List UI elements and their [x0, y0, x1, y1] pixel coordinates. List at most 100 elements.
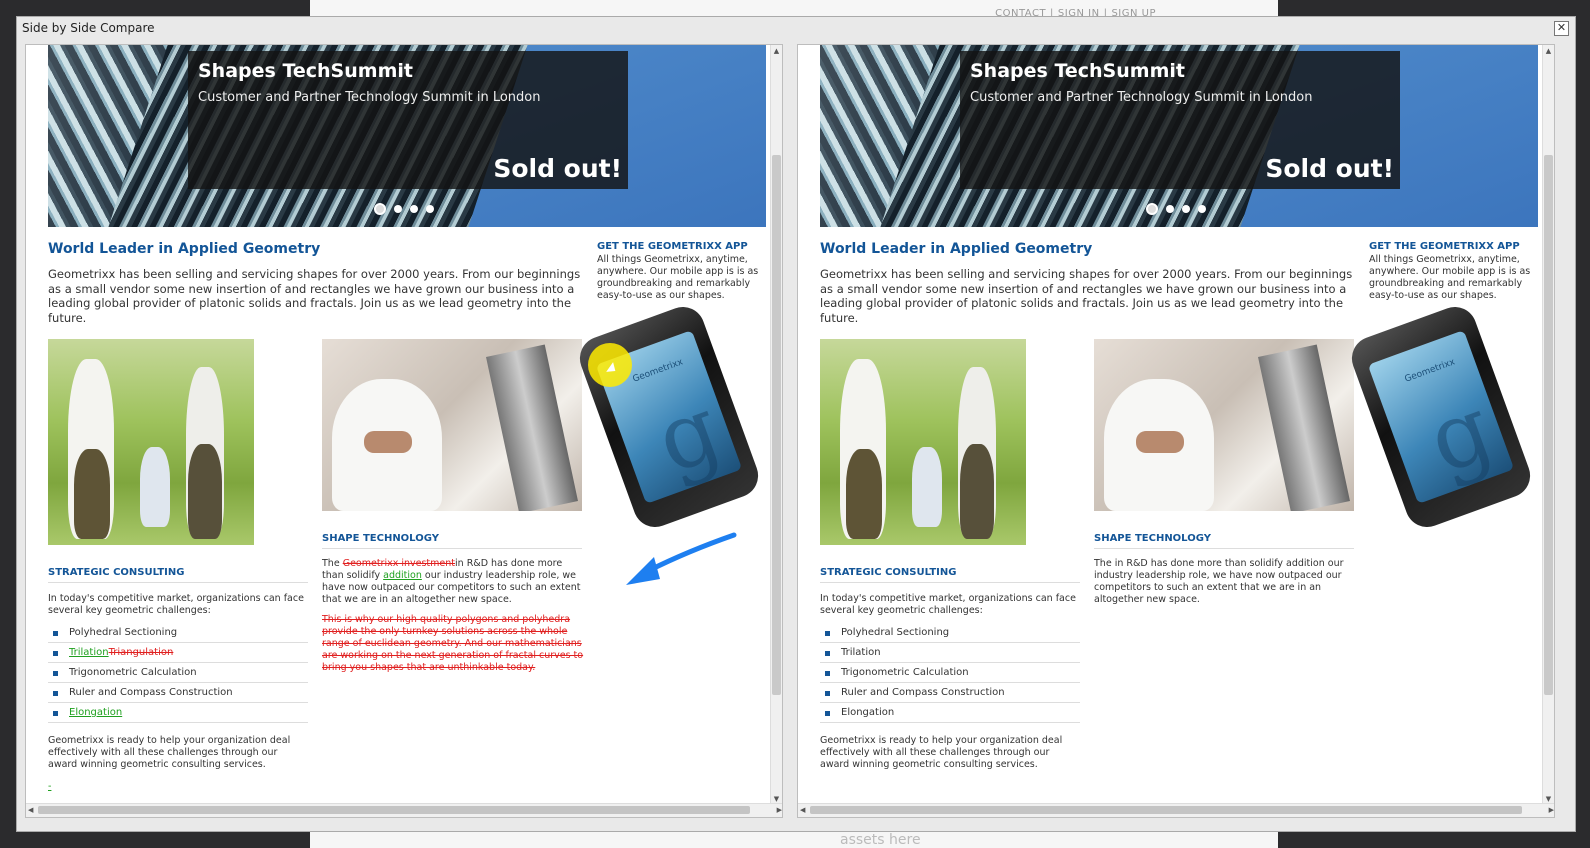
carousel-dot-1[interactable] — [1146, 202, 1158, 215]
scroll-down-icon[interactable]: ▼ — [1543, 795, 1554, 803]
mouse-pointer-icon — [606, 362, 619, 376]
app-title[interactable]: GET THE GEOMETRIXX APP — [1369, 241, 1520, 252]
banner-overlay: Shapes TechSummit Customer and Partner T… — [960, 51, 1400, 189]
cursor-highlight — [588, 343, 632, 387]
carousel-dot-3[interactable] — [1182, 204, 1190, 213]
deleted-text: Triangulation — [108, 647, 174, 658]
list-item: TrilationTriangulation — [48, 643, 308, 663]
scroll-up-icon[interactable]: ▲ — [771, 47, 782, 55]
family-photo — [48, 339, 254, 545]
dialog-footer — [25, 820, 1567, 830]
banner-overlay: Shapes TechSummit Customer and Partner T… — [188, 51, 628, 189]
intro-paragraph: Geometrixx has been selling and servicin… — [820, 267, 1353, 325]
right-compare-pane: Shapes TechSummit Customer and Partner T… — [797, 44, 1555, 818]
scroll-thumb[interactable] — [38, 806, 750, 814]
app-text: All things Geometrixx, anytime, anywhere… — [597, 254, 759, 301]
shape-technology-paragraph: The in R&D has done more than solidify a… — [1094, 558, 1344, 605]
carousel-dot-4[interactable] — [426, 204, 434, 213]
dialog-titlebar[interactable]: Side by Side Compare ✕ — [17, 17, 1575, 41]
deleted-text: Geometrixx investment — [342, 558, 456, 569]
scroll-left-icon[interactable]: ◀ — [28, 804, 33, 817]
strategic-consulting-title: STRATEGIC CONSULTING — [820, 567, 957, 578]
scroll-thumb[interactable] — [810, 806, 1522, 814]
app-title[interactable]: GET THE GEOMETRIXX APP — [597, 241, 748, 252]
bullet-icon — [825, 691, 830, 696]
challenges-list: Polyhedral Sectioning TrilationTriangula… — [48, 623, 308, 723]
scroll-thumb[interactable] — [772, 155, 781, 695]
scroll-left-icon[interactable]: ◀ — [800, 804, 805, 817]
bullet-icon — [825, 651, 830, 656]
close-icon: ✕ — [1556, 21, 1567, 34]
phone-brand: Geometrixx — [631, 357, 685, 385]
carousel-dot-4[interactable] — [1198, 204, 1206, 213]
family-photo — [820, 339, 1026, 545]
page-heading: World Leader in Applied Geometry — [48, 241, 321, 257]
left-vertical-scrollbar[interactable]: ▲ ▼ — [770, 45, 782, 805]
left-compare-pane: Shapes TechSummit Customer and Partner T… — [25, 44, 783, 818]
list-item: Trigonometric Calculation — [820, 663, 1080, 683]
deleted-paragraph: This is why our high quality polygons an… — [322, 614, 584, 673]
strategic-consulting-title: STRATEGIC CONSULTING — [48, 567, 185, 578]
bullet-icon — [825, 671, 830, 676]
phone-image: Geometrixx g — [1345, 300, 1537, 534]
bullet-icon — [53, 651, 58, 656]
scroll-right-icon[interactable]: ▶ — [777, 804, 782, 817]
carousel-dot-3[interactable] — [410, 204, 418, 213]
side-by-side-compare-dialog: Side by Side Compare ✕ Shapes TechSummit… — [16, 16, 1576, 832]
shape-technology-title: SHAPE TECHNOLOGY — [322, 533, 439, 544]
section-divider — [48, 582, 308, 583]
list-item: Ruler and Compass Construction — [48, 683, 308, 703]
left-horizontal-scrollbar[interactable]: ◀ ▶ — [26, 803, 782, 817]
app-text: All things Geometrixx, anytime, anywhere… — [1369, 254, 1531, 301]
right-vertical-scrollbar[interactable]: ▲ ▼ — [1542, 45, 1554, 805]
list-item: Ruler and Compass Construction — [820, 683, 1080, 703]
strategic-outro: Geometrixx is ready to help your organiz… — [820, 735, 1063, 770]
phone-logo: g — [643, 375, 734, 495]
bullet-icon — [53, 631, 58, 636]
lab-photo — [322, 339, 582, 511]
bullet-icon — [53, 711, 58, 716]
intro-paragraph: Geometrixx has been selling and servicin… — [48, 267, 581, 325]
challenges-list: Polyhedral Sectioning Trilation Trigonom… — [820, 623, 1080, 723]
list-item: Trilation — [820, 643, 1080, 663]
phone-brand: Geometrixx — [1403, 357, 1457, 385]
list-item: Elongation — [820, 703, 1080, 723]
strategic-intro: In today's competitive market, organizat… — [820, 593, 1076, 616]
close-button[interactable]: ✕ — [1554, 21, 1569, 36]
background-footer-text: assets here — [840, 832, 921, 848]
carousel-dot-2[interactable] — [1166, 204, 1174, 213]
scroll-right-icon[interactable]: ▶ — [1549, 804, 1554, 817]
banner-title: Shapes TechSummit — [198, 60, 413, 82]
phone-image: Geometrixx g — [573, 300, 765, 534]
sold-out-badge: Sold out! — [493, 154, 622, 183]
scroll-up-icon[interactable]: ▲ — [1543, 47, 1554, 55]
list-item: Polyhedral Sectioning — [820, 623, 1080, 643]
banner-title: Shapes TechSummit — [970, 60, 1185, 82]
summit-banner[interactable]: Shapes TechSummit Customer and Partner T… — [820, 45, 1538, 227]
bullet-icon — [825, 631, 830, 636]
bullet-icon — [825, 711, 830, 716]
section-divider — [1094, 548, 1354, 549]
lab-photo — [1094, 339, 1354, 511]
inserted-text: addition — [383, 570, 422, 581]
carousel-dot-2[interactable] — [394, 204, 402, 213]
shape-technology-title: SHAPE TECHNOLOGY — [1094, 533, 1211, 544]
bullet-icon — [53, 691, 58, 696]
section-divider — [322, 548, 582, 549]
section-divider — [820, 582, 1080, 583]
bullet-icon — [53, 671, 58, 676]
dialog-title: Side by Side Compare — [22, 21, 155, 35]
carousel-dot-1[interactable] — [374, 202, 386, 215]
scroll-down-icon[interactable]: ▼ — [771, 795, 782, 803]
inserted-text: Trilation — [69, 647, 109, 658]
phone-screen: Geometrixx g — [1367, 330, 1515, 504]
scroll-thumb[interactable] — [1544, 155, 1553, 695]
summit-banner[interactable]: Shapes TechSummit Customer and Partner T… — [48, 45, 766, 227]
annotation-arrow-icon — [626, 532, 737, 585]
strategic-outro: Geometrixx is ready to help your organiz… — [48, 735, 291, 770]
carousel-dots — [1142, 198, 1210, 215]
strategic-intro: In today's competitive market, organizat… — [48, 593, 304, 616]
sold-out-badge: Sold out! — [1265, 154, 1394, 183]
inserted-text: Elongation — [69, 707, 123, 718]
right-horizontal-scrollbar[interactable]: ◀ ▶ — [798, 803, 1554, 817]
